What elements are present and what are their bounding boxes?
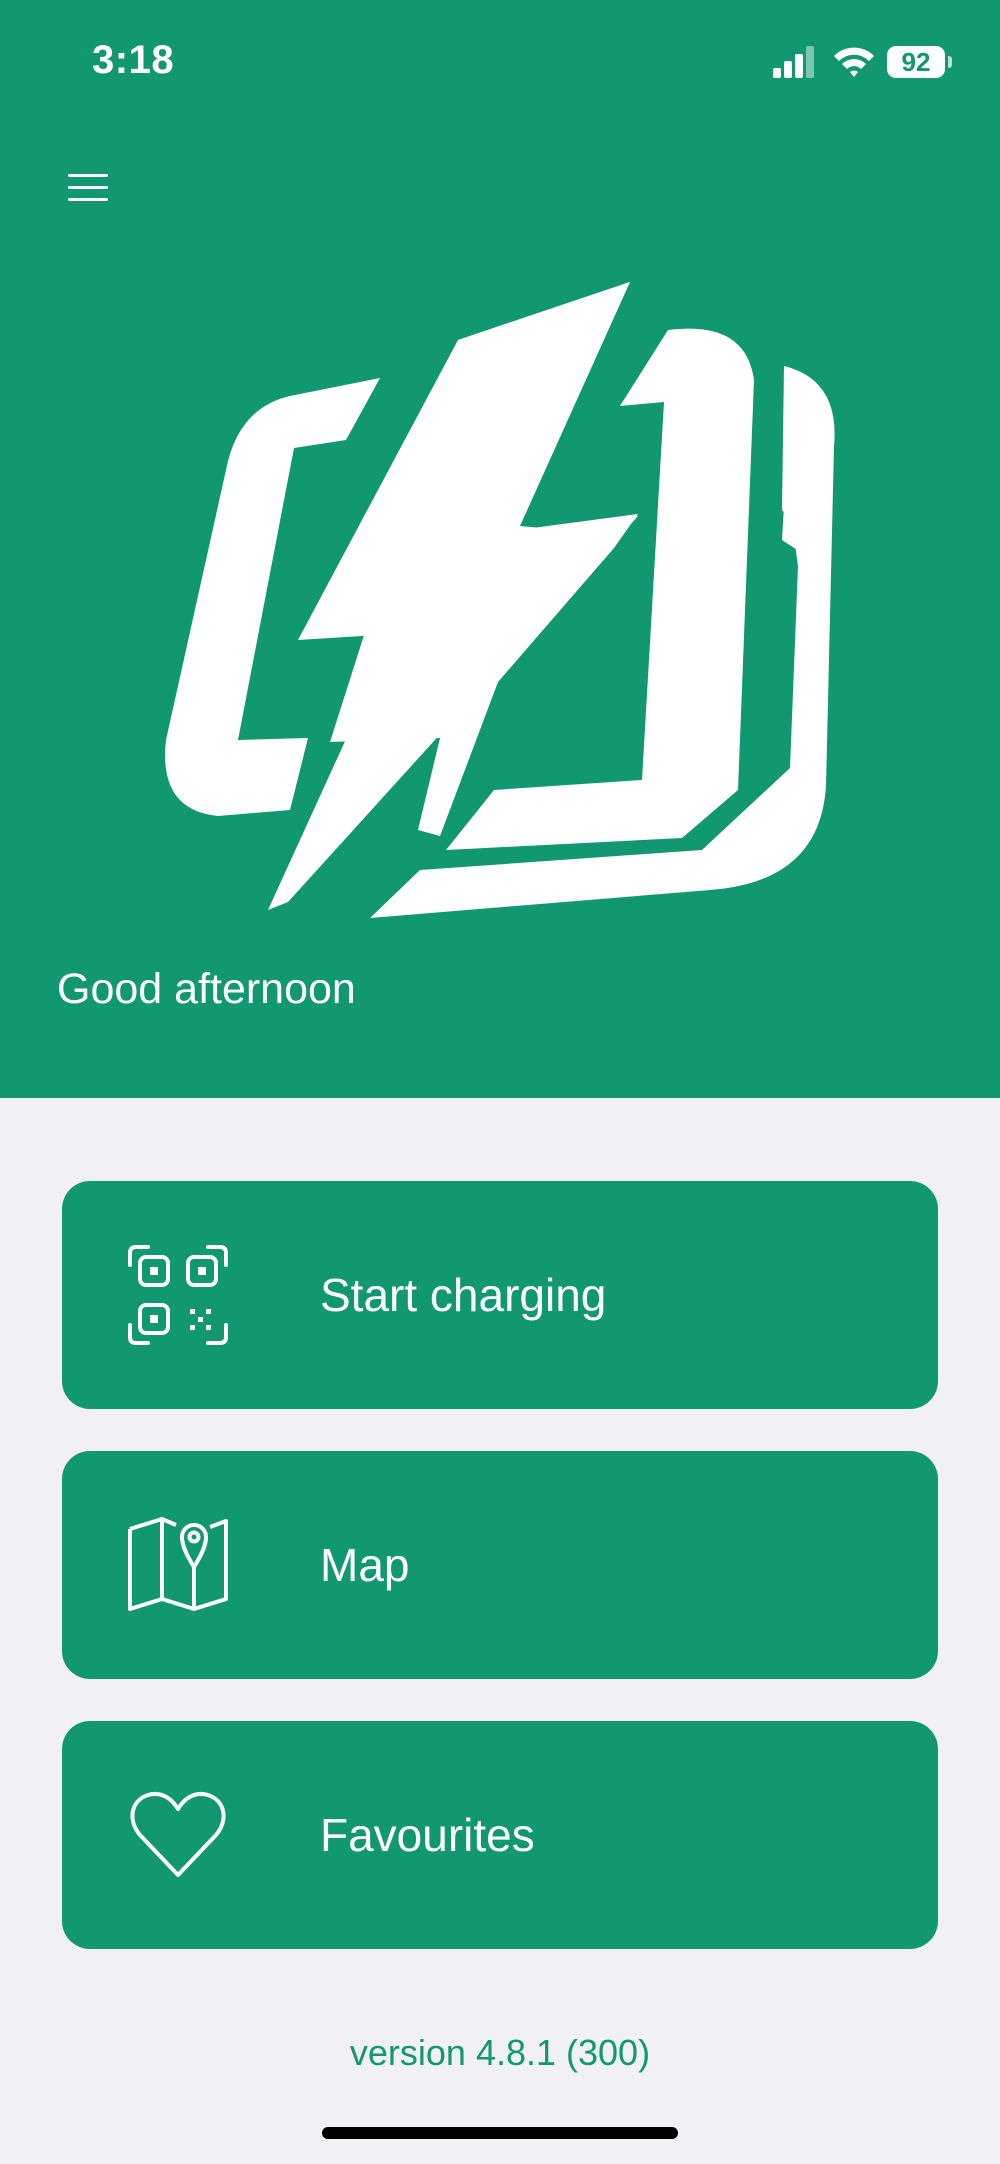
map-pin-icon (128, 1517, 228, 1611)
map-button[interactable]: Map (62, 1451, 938, 1679)
home-indicator[interactable] (322, 2127, 678, 2139)
status-bar: 3:18 92 (0, 0, 1000, 120)
battery-level: 92 (901, 47, 931, 77)
map-label: Map (320, 1539, 410, 1591)
wifi-icon (834, 47, 874, 77)
favourites-button[interactable]: Favourites (62, 1721, 938, 1949)
battery-indicator: 92 (887, 46, 945, 78)
status-time: 3:18 (92, 38, 175, 82)
charging-bolt-logo (165, 282, 835, 918)
favourites-label: Favourites (320, 1809, 535, 1861)
hero-header: 3:18 92 Good afternoon (0, 0, 1000, 1098)
cellular-signal-icon (773, 46, 814, 78)
heart-icon (130, 1792, 226, 1877)
start-charging-label: Start charging (320, 1269, 607, 1321)
battery-cap (948, 56, 952, 68)
qr-scan-icon (128, 1245, 228, 1345)
app-version: version 4.8.1 (300) (349, 2032, 651, 2073)
greeting-text: Good afternoon (57, 965, 356, 1013)
hamburger-menu-icon[interactable] (60, 160, 116, 216)
start-charging-button[interactable]: Start charging (62, 1181, 938, 1409)
app-screen: 3:18 92 Good afternoon Start charging Ma… (0, 0, 1000, 2164)
